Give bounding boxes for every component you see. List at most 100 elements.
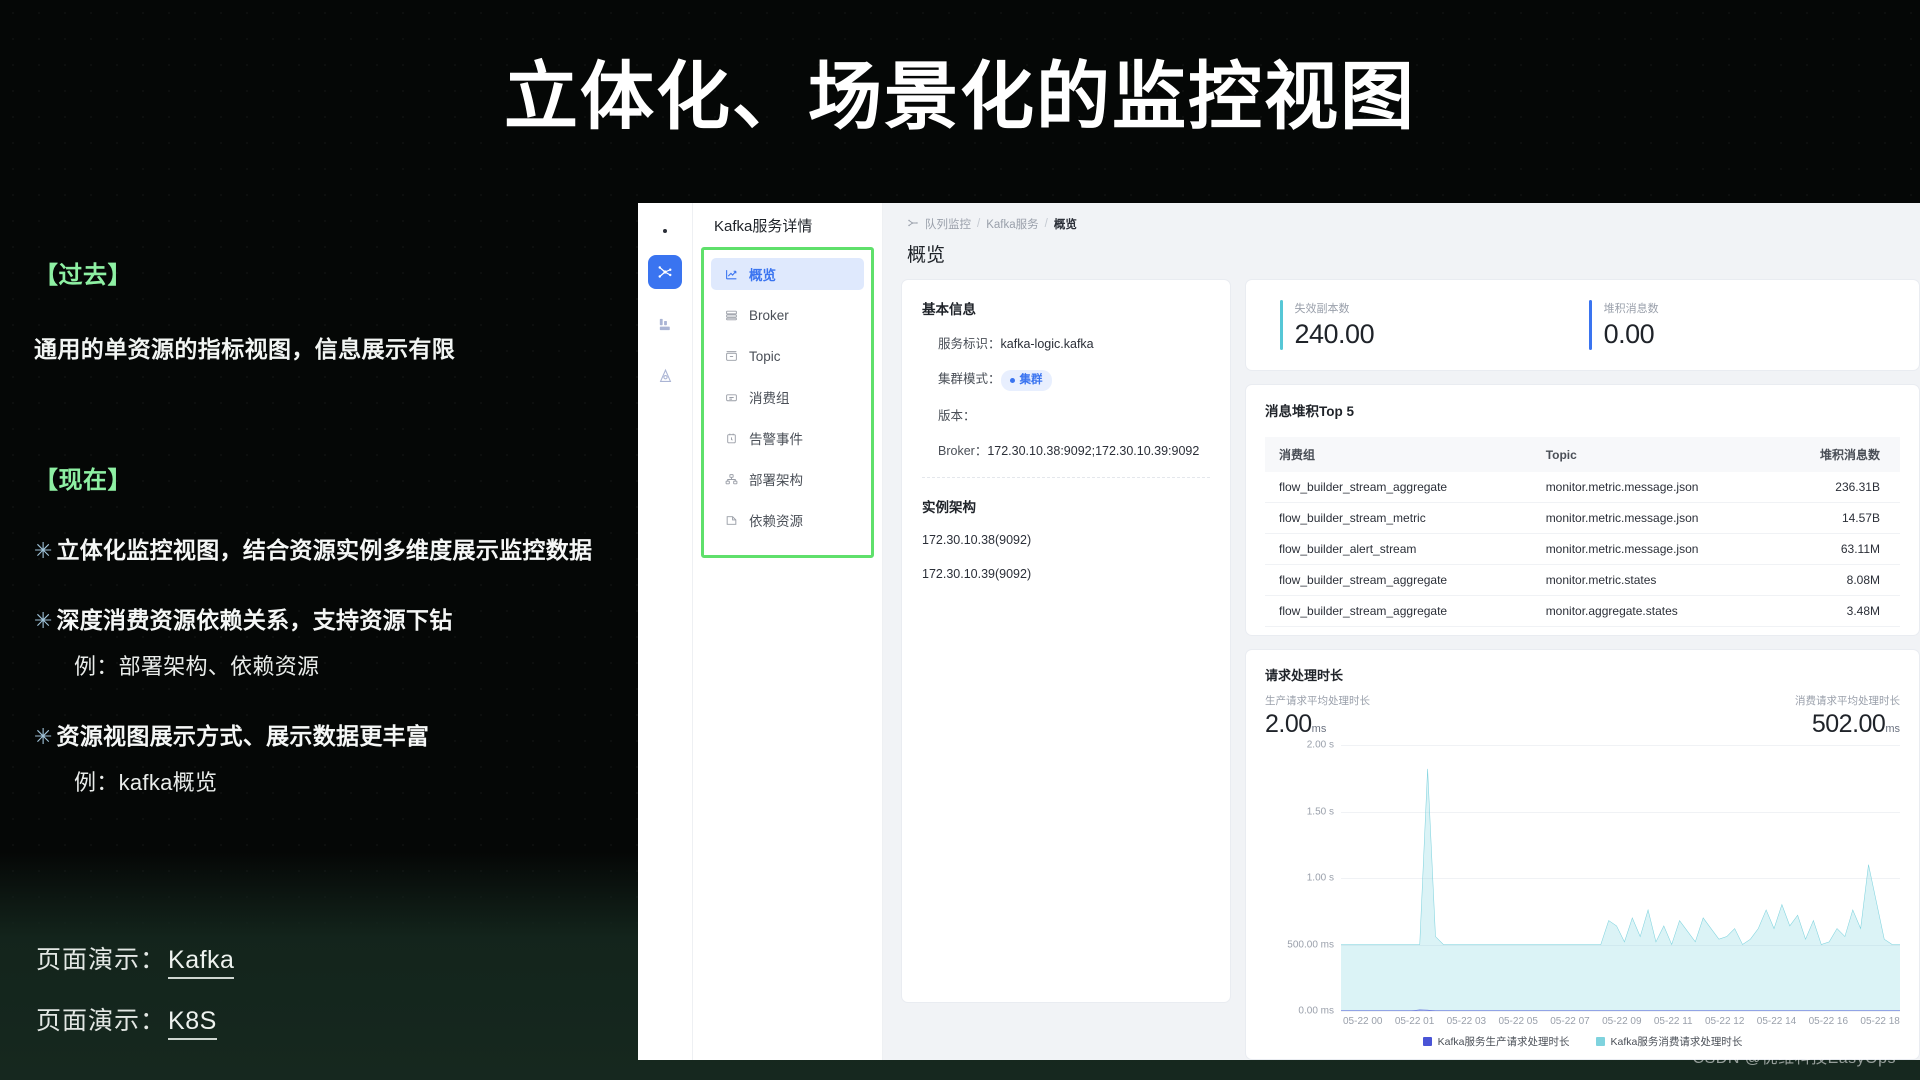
- produce-metric-label: 生产请求平均处理时长: [1265, 695, 1370, 707]
- breadcrumb-item-0[interactable]: 队列监控: [925, 216, 971, 232]
- cell-backlog: 63.11M: [1785, 533, 1900, 565]
- gridline: [1341, 1011, 1900, 1012]
- y-tick-label: 1.50 s: [1306, 806, 1334, 817]
- info-key: 版本：: [938, 409, 976, 423]
- rail-alarm-bell-icon[interactable]: [648, 359, 682, 393]
- cell-consumer-group: flow_builder_stream_aggregate: [1265, 472, 1532, 503]
- plot-area: [1341, 745, 1900, 1012]
- kpi-value: 0.00: [1603, 319, 1655, 349]
- kpi-card: 失效副本数 240.00 堆积消息数 0.00: [1245, 279, 1920, 371]
- consume-metric-unit: ms: [1885, 723, 1900, 735]
- status-badge-label: 集群: [1019, 373, 1043, 386]
- breadcrumb-item-1[interactable]: Kafka服务: [986, 216, 1038, 232]
- breadcrumb-separator: /: [977, 218, 981, 230]
- basic-info-heading: 基本信息: [922, 302, 976, 317]
- rail-kafka-topology-icon[interactable]: [648, 255, 682, 289]
- asterisk-bullet-icon: ✳: [34, 608, 53, 633]
- rail-broker-rack-icon[interactable]: [648, 307, 682, 341]
- sidebar-item-label: 告警事件: [749, 432, 803, 447]
- column-header-backlog: 堆积消息数: [1785, 437, 1900, 472]
- top5-table: 消费组 Topic 堆积消息数 flow_builder_stream_aggr…: [1265, 437, 1900, 627]
- table-row[interactable]: flow_builder_stream_aggregate monitor.ag…: [1265, 595, 1900, 627]
- y-tick-label: 1.00 s: [1306, 872, 1334, 884]
- x-tick-label: 05-22 12: [1704, 1016, 1745, 1027]
- bullet-sub-text: 例：kafka概览: [74, 770, 218, 795]
- app-screenshot: Kafka服务详情 概览 Broker Topic 消费组 告警事件 部署架构 …: [638, 203, 1920, 1060]
- instance-item: 172.30.10.38(9092): [922, 532, 1032, 547]
- column-header-consumer-group: 消费组: [1265, 437, 1532, 472]
- sidebar-item-alert-events[interactable]: 告警事件: [711, 422, 864, 454]
- cell-topic: monitor.metric.states: [1531, 564, 1786, 596]
- info-value: kafka-logic.kafka: [1000, 337, 1094, 351]
- demo-link-k8s[interactable]: K8S: [168, 1007, 217, 1040]
- x-tick-label: 05-22 03: [1446, 1016, 1487, 1027]
- y-axis: 2.00 s 1.50 s 1.00 s 500.00 ms 0.00 ms: [1265, 740, 1341, 1017]
- bullet-item: ✳ 深度消费资源依赖关系，支持资源下钻: [34, 605, 634, 635]
- table-row[interactable]: flow_builder_stream_aggregate monitor.me…: [1265, 472, 1900, 503]
- table-row[interactable]: flow_builder_stream_metric monitor.metri…: [1265, 502, 1900, 534]
- breadcrumb-item-2: 概览: [1053, 219, 1077, 231]
- card-divider: [922, 476, 1210, 478]
- instance-item: 172.30.10.39(9092): [922, 566, 1032, 581]
- x-tick-label: 05-22 01: [1394, 1016, 1435, 1027]
- status-badge: 集群: [1000, 369, 1052, 391]
- section-label-now: 【现在】: [34, 467, 132, 494]
- bullet-sub-text: 例：部署架构、依赖资源: [74, 654, 320, 679]
- table-row[interactable]: flow_builder_alert_stream monitor.metric…: [1265, 533, 1900, 565]
- sidebar-item-topic[interactable]: Topic: [711, 340, 864, 372]
- sidebar-item-label: Topic: [749, 348, 781, 364]
- info-key: Broker：: [938, 443, 988, 458]
- x-tick-label: 05-22 05: [1498, 1016, 1538, 1027]
- legend-label: Kafka服务生产请求处理时长: [1437, 1036, 1570, 1048]
- cell-consumer-group: flow_builder_stream_aggregate: [1265, 564, 1532, 596]
- sidebar-item-dependency-resources[interactable]: 依赖资源: [711, 504, 864, 536]
- page-title: 立体化、场景化的监控视图: [504, 55, 1416, 138]
- demo-row-k8s: 页面演示： K8S: [36, 1001, 234, 1040]
- sidebar-item-deployment-architecture[interactable]: 部署架构: [711, 463, 864, 495]
- slide-root: 立体化、场景化的监控视图 【过去】 通用的单资源的指标视图，信息展示有限 【现在…: [0, 0, 1920, 1080]
- sidebar-item-overview[interactable]: 概览: [711, 258, 864, 290]
- topic-box-icon: [724, 349, 738, 363]
- icon-rail: [638, 203, 693, 1060]
- demo-link-kafka[interactable]: Kafka: [168, 946, 235, 979]
- x-tick-label: 05-22 09: [1602, 1016, 1642, 1027]
- duration-metrics: 生产请求平均处理时长 2.00ms 消费请求平均处理时长 502.00ms: [1265, 693, 1900, 739]
- demo-row-kafka: 页面演示： Kafka: [36, 940, 235, 979]
- x-tick-label: 05-22 18: [1860, 1016, 1900, 1027]
- demo-links: 页面演示： Kafka 页面演示： K8S: [36, 940, 235, 1062]
- produce-metric-value: 2.00: [1265, 710, 1312, 738]
- sidebar-item-broker[interactable]: Broker: [711, 299, 864, 331]
- kpi-accent-bar: [1589, 300, 1592, 350]
- nav-highlight-box: 概览 Broker Topic 消费组 告警事件 部署架构 依赖资源: [701, 247, 874, 558]
- table-header-row: 消费组 Topic 堆积消息数: [1265, 437, 1900, 472]
- watermark: CSDN @优维科技EasyOps: [1692, 1050, 1896, 1067]
- dependency-icon: [724, 513, 738, 527]
- rail-dot-icon: [663, 229, 667, 233]
- info-row-service-id: 服务标识： kafka-logic.kafka: [922, 335, 1210, 354]
- legend-swatch-icon: [1595, 1037, 1605, 1046]
- status-dot-icon: [1009, 377, 1015, 383]
- info-value: 172.30.10.38:9092;172.30.10.39:9092: [987, 443, 1200, 458]
- nav-column: Kafka服务详情 概览 Broker Topic 消费组 告警事件 部署架构 …: [693, 203, 883, 1060]
- legend-item-produce[interactable]: Kafka服务生产请求处理时长: [1422, 1034, 1570, 1049]
- sidebar-item-consumer-group[interactable]: 消费组: [711, 381, 864, 413]
- table-row[interactable]: flow_builder_stream_aggregate monitor.me…: [1265, 564, 1900, 596]
- cell-topic: monitor.metric.message.json: [1531, 533, 1786, 565]
- chart-plot-wrap: 2.00 s 1.50 s 1.00 s 500.00 ms 0.00 ms 0…: [1265, 740, 1900, 1049]
- breadcrumb-separator: /: [1044, 218, 1048, 230]
- alert-clock-icon: [724, 431, 738, 445]
- server-icon: [724, 308, 738, 322]
- cell-backlog: 3.48M: [1785, 595, 1900, 627]
- content-page-title: 概览: [907, 245, 946, 266]
- y-tick-label: 2.00 s: [1306, 739, 1334, 751]
- chart-series-svg: [1341, 745, 1900, 1011]
- kpi-accent-bar: [1280, 300, 1283, 350]
- info-row-cluster-mode: 集群模式： 集群: [922, 369, 1210, 391]
- bullet-item: ✳ 资源视图展示方式、展示数据更丰富: [34, 721, 634, 751]
- chart-heading: 请求处理时长: [1265, 668, 1344, 683]
- sidebar-item-label: 消费组: [749, 391, 790, 406]
- section-body-past: 通用的单资源的指标视图，信息展示有限: [34, 336, 456, 362]
- request-duration-card: 请求处理时长 生产请求平均处理时长 2.00ms 消费请求平均处理时长 502.…: [1245, 649, 1920, 1060]
- basic-info-card: 基本信息 服务标识： kafka-logic.kafka 集群模式： 集群 版本…: [901, 279, 1231, 1003]
- consume-metric-label: 消费请求平均处理时长: [1795, 695, 1900, 707]
